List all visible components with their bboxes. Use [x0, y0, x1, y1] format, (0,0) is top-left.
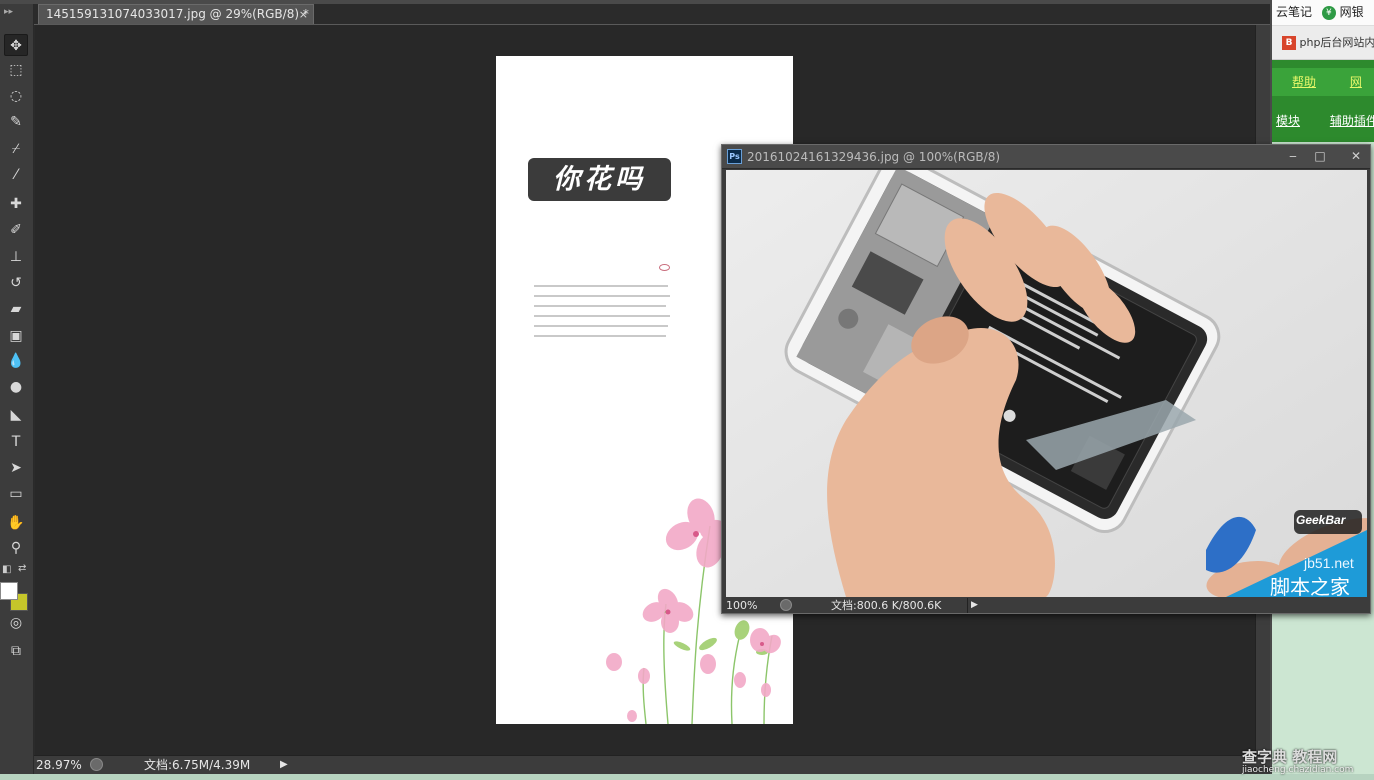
nav-link-modules[interactable]: 模块 — [1276, 114, 1300, 128]
taskbar-edge — [0, 774, 1374, 780]
watermark-main-text: 查字典 教程网 — [1242, 748, 1338, 766]
watermark-sub-text: jiaocheng.chazidian.com — [1242, 765, 1354, 775]
site-nav-row-1: 帮助 网 — [1272, 68, 1374, 96]
document-size-info: 文档:6.75M/4.39M — [144, 758, 251, 772]
floating-status-info-icon[interactable] — [780, 599, 792, 611]
watermark-site-name: 脚本之家 — [1270, 575, 1350, 597]
marquee-tool-icon[interactable]: ⬚ — [4, 59, 28, 81]
path-select-tool-icon[interactable]: ➤ — [4, 457, 28, 479]
gradient-tool-icon[interactable]: ▣ — [4, 325, 28, 347]
nav-link-web[interactable]: 网 — [1350, 75, 1362, 89]
bank-icon: ¥ — [1321, 5, 1336, 20]
bookmark-cloud-notes[interactable]: 云笔记 — [1276, 5, 1312, 19]
status-info-icon[interactable] — [90, 758, 103, 771]
type-tool-icon[interactable]: T — [4, 431, 28, 453]
pen-tool-icon[interactable]: ◣ — [4, 404, 28, 426]
swap-colors-icon[interactable]: ⇄ — [18, 563, 26, 574]
close-tab-icon[interactable]: × — [299, 5, 308, 24]
zoom-tool-icon[interactable]: ⚲ — [4, 537, 28, 559]
shape-tool-icon[interactable]: ▭ — [4, 483, 28, 505]
status-separator — [967, 598, 968, 613]
floating-zoom-level[interactable]: 100% — [726, 598, 757, 613]
nav-link-help[interactable]: 帮助 — [1292, 75, 1316, 89]
eyedropper-tool-icon[interactable]: ⁄ — [4, 164, 28, 186]
site-nav: 帮助 网 模块 辅助插件 — [1272, 60, 1374, 142]
minimize-icon[interactable]: ‒ — [1282, 147, 1304, 165]
photo-illustration — [726, 170, 1367, 597]
floating-window-status-bar: 100% 文档:800.6 K/800.6K ▶ — [722, 598, 1370, 613]
move-tool-icon[interactable]: ✥ — [4, 34, 28, 56]
browser-bookmarks-bar: 云笔记 ¥ 网银 — [1272, 0, 1374, 26]
quick-select-tool-icon[interactable]: ✎ — [4, 111, 28, 133]
hand-tool-icon[interactable]: ✋ — [4, 512, 28, 534]
photoshop-app-icon: Ps — [727, 149, 742, 164]
zoom-level[interactable]: 28.97% — [36, 756, 82, 774]
site-favicon-icon: B — [1282, 36, 1296, 50]
default-colors-icon[interactable]: ◧ — [2, 564, 11, 575]
floating-document-window[interactable]: Ps 20161024161329436.jpg @ 100%(RGB/8) ‒… — [721, 144, 1371, 614]
photoshop-workspace: ▸▸ ✥ ⬚ ◌ ✎ ⌿ ⁄ ✚ ✐ ⊥ ↺ ▰ ▣ 💧 ● ◣ T ➤ ▭ ✋… — [0, 0, 1374, 780]
clone-stamp-icon[interactable]: ⊥ — [4, 246, 28, 268]
crop-tool-icon[interactable]: ⌿ — [4, 138, 28, 160]
site-watermark: 查字典 教程网 jiaocheng.chazidian.com — [1242, 746, 1353, 775]
document-status-bar: 28.97% 文档:6.75M/4.39M ▶ — [34, 755, 1270, 774]
nav-link-plugins[interactable]: 辅助插件 — [1330, 114, 1374, 128]
brush-tool-icon[interactable]: ✐ — [4, 219, 28, 241]
healing-brush-icon[interactable]: ✚ — [4, 193, 28, 215]
site-nav-row-2: 模块 辅助插件 — [1272, 106, 1374, 136]
watermark-site-text: jb51.net — [1304, 555, 1354, 571]
maximize-icon[interactable]: □ — [1309, 147, 1331, 165]
floating-window-titlebar[interactable]: Ps 20161024161329436.jpg @ 100%(RGB/8) ‒… — [722, 145, 1370, 169]
close-icon[interactable]: ✕ — [1345, 147, 1367, 165]
status-menu-arrow-icon[interactable]: ▶ — [280, 756, 288, 774]
geekbar-logo-text: GeekBar — [1296, 513, 1346, 527]
tools-panel: ▸▸ ✥ ⬚ ◌ ✎ ⌿ ⁄ ✚ ✐ ⊥ ↺ ▰ ▣ 💧 ● ◣ T ➤ ▭ ✋… — [0, 4, 34, 774]
browser-tab[interactable]: B php后台网站内 — [1272, 26, 1374, 60]
lasso-tool-icon[interactable]: ◌ — [4, 85, 28, 107]
browser-tab-label: php后台网站内 — [1299, 36, 1374, 49]
phone-battery-photo[interactable]: GeekBar jb51.net 脚本之家 — [726, 170, 1367, 597]
document-tab[interactable]: 145159131074033017.jpg @ 29%(RGB/8) * × — [38, 4, 314, 24]
panel-grip-icon[interactable]: ▸▸ — [4, 6, 28, 18]
bookmark-online-banking[interactable]: 网银 — [1340, 5, 1364, 19]
floating-document-size-info: 文档:800.6 K/800.6K — [831, 599, 942, 612]
floating-window-title: 20161024161329436.jpg @ 100%(RGB/8) — [747, 150, 1001, 164]
blur-tool-icon[interactable]: 💧 — [4, 350, 28, 372]
eraser-tool-icon[interactable]: ▰ — [4, 298, 28, 320]
history-brush-icon[interactable]: ↺ — [4, 272, 28, 294]
foreground-color-swatch[interactable] — [0, 582, 18, 600]
screen-mode-icon[interactable]: ⧉ — [4, 640, 28, 662]
quick-mask-icon[interactable]: ◎ — [4, 612, 28, 634]
document-tab-title: 145159131074033017.jpg @ 29%(RGB/8) * — [46, 7, 309, 21]
floating-status-menu-arrow-icon[interactable]: ▶ — [971, 598, 978, 613]
dodge-tool-icon[interactable]: ● — [4, 376, 28, 398]
